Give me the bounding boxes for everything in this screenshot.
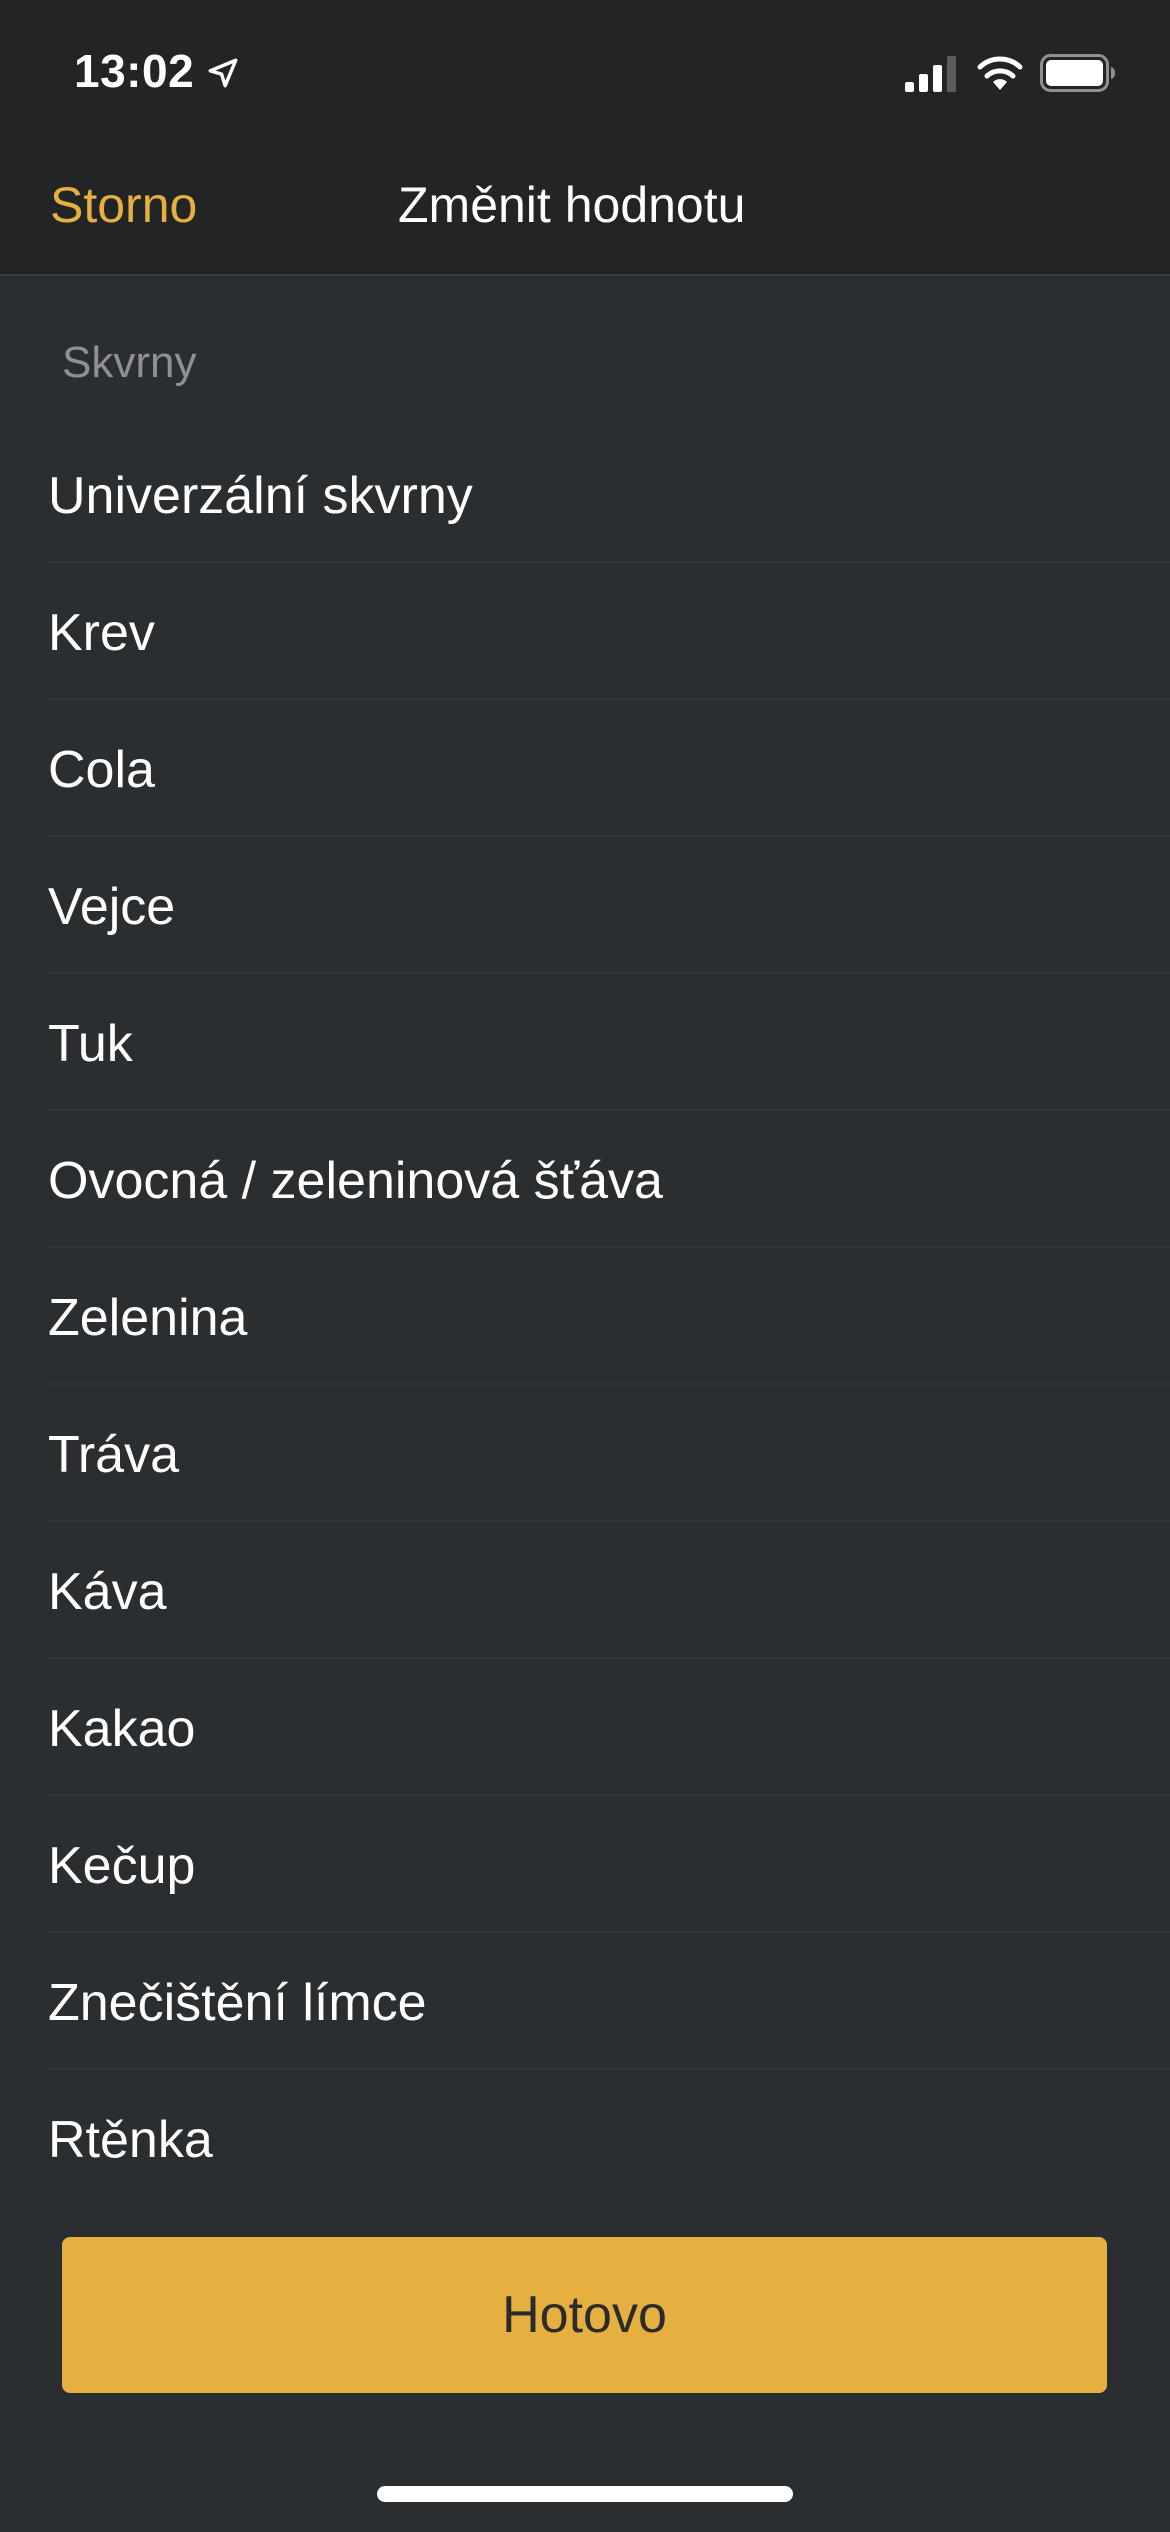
list-item[interactable]: Kakao	[0, 1659, 1170, 1796]
page-title: Změnit hodnotu	[398, 177, 746, 233]
list-item-label: Ovocná / zeleninová šťáva	[48, 1152, 663, 1210]
list-item-label: Rtěnka	[48, 2111, 213, 2169]
list-item[interactable]: Zelenina	[0, 1248, 1170, 1385]
list-item-label: Cola	[48, 741, 155, 799]
section-header: Skvrny	[62, 338, 197, 387]
cellular-signal-icon	[905, 56, 956, 92]
list-item-label: Kakao	[48, 1700, 196, 1758]
list-item-label: Univerzální skvrny	[48, 467, 473, 525]
battery-icon	[1040, 54, 1115, 92]
list-item[interactable]: Krev	[0, 563, 1170, 700]
list-item[interactable]: Tuk	[0, 974, 1170, 1111]
list-item[interactable]: Káva	[0, 1522, 1170, 1659]
list-item[interactable]: Znečištění límce	[0, 1933, 1170, 2070]
cancel-button[interactable]: Storno	[50, 176, 197, 234]
list-item[interactable]: Cola	[0, 700, 1170, 837]
list-item-label: Zelenina	[48, 1289, 248, 1347]
list-item-label: Káva	[48, 1563, 167, 1621]
status-time: 13:02	[74, 45, 195, 97]
home-indicator[interactable]	[377, 2486, 793, 2502]
wifi-icon	[977, 56, 1023, 90]
list-item[interactable]: Ovocná / zeleninová šťáva	[0, 1111, 1170, 1248]
list-item-label: Tuk	[48, 1015, 133, 1073]
list-item-label: Kečup	[48, 1837, 196, 1895]
list-item[interactable]: Kečup	[0, 1796, 1170, 1933]
list-item-label: Znečištění límce	[48, 1974, 427, 2032]
stain-options-list: Univerzální skvrny Krev Cola Vejce Tuk O…	[0, 426, 1170, 2207]
list-item[interactable]: Univerzální skvrny	[0, 426, 1170, 563]
list-item[interactable]: Rtěnka	[0, 2070, 1170, 2207]
list-item[interactable]: Vejce	[0, 837, 1170, 974]
location-arrow-icon	[208, 58, 238, 88]
list-item-label: Vejce	[48, 878, 176, 936]
status-bar: 13:02	[0, 0, 1170, 140]
list-item[interactable]: Tráva	[0, 1385, 1170, 1522]
done-button[interactable]: Hotovo	[62, 2237, 1107, 2393]
navigation-bar: Storno Změnit hodnotu	[0, 140, 1170, 276]
list-item-label: Krev	[48, 604, 155, 662]
list-item-label: Tráva	[48, 1426, 179, 1484]
